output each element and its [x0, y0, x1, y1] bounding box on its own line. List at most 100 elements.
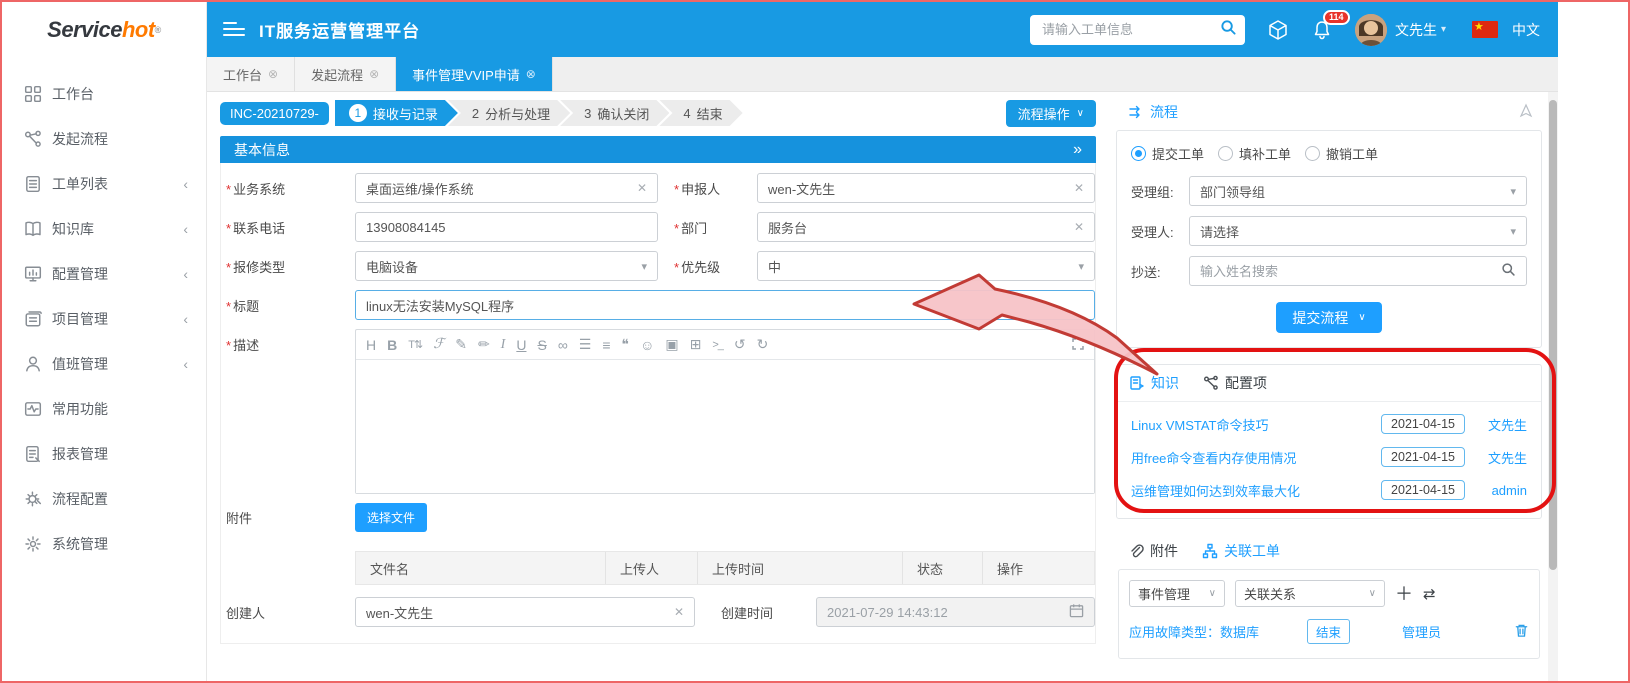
- tab-knowledge[interactable]: 知识: [1117, 365, 1191, 401]
- cc-search-field[interactable]: [1189, 256, 1527, 286]
- text-size-icon[interactable]: T⇅: [408, 338, 423, 351]
- search-icon[interactable]: [1220, 19, 1237, 41]
- user-name[interactable]: 文先生: [1395, 20, 1437, 40]
- underline-icon[interactable]: U: [516, 337, 526, 353]
- align-icon[interactable]: ≡: [602, 337, 610, 353]
- attachment-table: 文件名 上传人 上传时间 状态 操作: [355, 551, 1095, 585]
- field-label: * 描述: [226, 338, 260, 353]
- relation-select[interactable]: 关联关系 ∨: [1235, 580, 1385, 607]
- trash-icon[interactable]: [1514, 623, 1529, 641]
- strikethrough-icon[interactable]: S: [537, 337, 546, 353]
- title-field[interactable]: linux无法安装MySQL程序: [355, 290, 1095, 320]
- description-input[interactable]: [356, 360, 1094, 493]
- tab-related-tickets[interactable]: 关联工单: [1190, 533, 1292, 569]
- font-icon[interactable]: ℱ: [433, 336, 444, 353]
- chevron-down-icon[interactable]: ▾: [641, 260, 647, 273]
- sidebar-item-report-mgmt[interactable]: 报表管理: [2, 431, 206, 476]
- sidebar-item-ticket-list[interactable]: 工单列表 ‹: [2, 161, 206, 206]
- collapse-section-icon[interactable]: »: [1073, 141, 1082, 159]
- notification-bell[interactable]: 114: [1311, 9, 1350, 41]
- avatar[interactable]: [1354, 13, 1387, 46]
- handle-group-select[interactable]: 部门领导组 ▾: [1189, 176, 1527, 206]
- add-relation-icon[interactable]: ＋: [1395, 585, 1413, 603]
- sidebar-item-system-mgmt[interactable]: 系统管理: [2, 521, 206, 566]
- sidebar-item-duty-mgmt[interactable]: 值班管理 ‹: [2, 341, 206, 386]
- description-editor[interactable]: H B T⇅ ℱ ✎ ✏ I U S ∞ ☰ ≡ ❝ ☺ ▣ ⊞ >_ ↺ ↻: [355, 329, 1095, 494]
- close-icon[interactable]: ⊗: [369, 67, 379, 81]
- cc-search-input[interactable]: [1200, 263, 1501, 279]
- emoji-icon[interactable]: ☺: [640, 337, 654, 353]
- brush-icon[interactable]: ✏: [478, 336, 490, 353]
- chevron-down-icon[interactable]: ▾: [1510, 225, 1516, 238]
- sidebar-item-workbench[interactable]: 工作台: [2, 71, 206, 116]
- phone-field[interactable]: 13908084145: [355, 212, 658, 242]
- knowledge-link[interactable]: Linux VMSTAT命令技巧: [1131, 415, 1381, 434]
- image-icon[interactable]: ▣: [665, 336, 678, 353]
- undo-icon[interactable]: ↺: [734, 336, 746, 353]
- table-icon[interactable]: ⊞: [690, 336, 702, 353]
- sidebar-item-knowledge-base[interactable]: 知识库 ‹: [2, 206, 206, 251]
- related-type-select[interactable]: 事件管理 ∨: [1129, 580, 1225, 607]
- chevron-left-icon: ‹: [183, 175, 188, 192]
- knowledge-link[interactable]: 运维管理如何达到效率最大化: [1131, 481, 1381, 500]
- user-dropdown-caret-icon[interactable]: ▾: [1441, 24, 1446, 35]
- package-cube-icon[interactable]: [1267, 19, 1289, 41]
- code-icon[interactable]: >_: [712, 339, 724, 351]
- priority-select[interactable]: 中 ▾: [757, 251, 1095, 281]
- sidebar-item-project-mgmt[interactable]: 项目管理 ‹: [2, 296, 206, 341]
- pencil-icon[interactable]: ✎: [455, 336, 467, 353]
- chevron-down-icon[interactable]: ▾: [1510, 185, 1516, 198]
- radio-cancel-ticket[interactable]: 撤销工单: [1305, 144, 1378, 163]
- tab-attachment[interactable]: 附件: [1116, 533, 1190, 569]
- tab-config-item[interactable]: 配置项: [1191, 365, 1279, 401]
- heading-icon[interactable]: H: [366, 337, 376, 353]
- search-input[interactable]: [1041, 22, 1220, 37]
- chevron-down-icon[interactable]: ▾: [1078, 260, 1084, 273]
- submit-flow-button[interactable]: 提交流程 ∨: [1276, 302, 1382, 333]
- scrollbar[interactable]: [1548, 92, 1558, 681]
- tab-workbench[interactable]: 工作台 ⊗: [207, 57, 296, 91]
- repair-type-select[interactable]: 电脑设备 ▾: [355, 251, 658, 281]
- choose-file-button[interactable]: 选择文件: [355, 503, 428, 532]
- search-icon[interactable]: [1501, 262, 1516, 280]
- reporter-field[interactable]: wen-文先生 ✕: [757, 173, 1095, 203]
- quote-icon[interactable]: ❝: [622, 336, 630, 353]
- business-system-field[interactable]: 桌面运维/操作系统 ✕: [355, 173, 658, 203]
- tab-flow[interactable]: 流程: [1116, 94, 1190, 130]
- grid-icon: [24, 85, 42, 103]
- flow-action-button[interactable]: 流程操作 ∨: [1005, 99, 1096, 127]
- sidebar-item-config-mgmt[interactable]: 配置管理 ‹: [2, 251, 206, 296]
- ticket-search[interactable]: [1029, 14, 1245, 45]
- knowledge-link[interactable]: 用free命令查看内存使用情况: [1131, 448, 1381, 467]
- link-icon[interactable]: ∞: [558, 337, 568, 353]
- clear-icon[interactable]: ✕: [637, 181, 647, 195]
- sidebar-item-start-process[interactable]: 发起流程: [2, 116, 206, 161]
- radio-fill-ticket[interactable]: 填补工单: [1218, 144, 1291, 163]
- related-ticket-link[interactable]: 应用故障类型：数据库: [1129, 622, 1307, 641]
- scrollbar-thumb[interactable]: [1549, 100, 1557, 570]
- radio-submit-ticket[interactable]: 提交工单: [1131, 144, 1204, 163]
- fullscreen-icon[interactable]: [1072, 337, 1084, 353]
- italic-icon[interactable]: I: [501, 337, 506, 353]
- sidebar-item-common-functions[interactable]: 常用功能: [2, 386, 206, 431]
- tab-start-process[interactable]: 发起流程 ⊗: [295, 57, 397, 91]
- clear-icon[interactable]: ✕: [1074, 220, 1084, 234]
- col-actions: 操作: [997, 561, 1024, 577]
- close-icon[interactable]: ⊗: [268, 67, 278, 81]
- sidebar-item-process-config[interactable]: 流程配置: [2, 476, 206, 521]
- creator-field[interactable]: wen-文先生 ✕: [355, 597, 695, 627]
- close-icon[interactable]: ⊗: [526, 67, 536, 81]
- clear-icon[interactable]: ✕: [1074, 181, 1084, 195]
- bold-icon[interactable]: B: [387, 337, 397, 353]
- collapse-menu-icon[interactable]: [223, 21, 245, 38]
- tab-incident-vvip[interactable]: 事件管理VVIP申请 ⊗: [396, 57, 553, 91]
- language-switch[interactable]: 中文: [1512, 20, 1540, 40]
- redo-icon[interactable]: ↻: [757, 336, 769, 353]
- page-title: IT服务运营管理平台: [259, 22, 421, 41]
- send-plane-icon[interactable]: [1518, 103, 1534, 122]
- handler-select[interactable]: 请选择 ▾: [1189, 216, 1527, 246]
- list-icon[interactable]: ☰: [579, 336, 592, 353]
- clear-icon[interactable]: ✕: [674, 605, 684, 619]
- shuffle-icon[interactable]: ⇄: [1423, 585, 1436, 603]
- department-field[interactable]: 服务台 ✕: [757, 212, 1095, 242]
